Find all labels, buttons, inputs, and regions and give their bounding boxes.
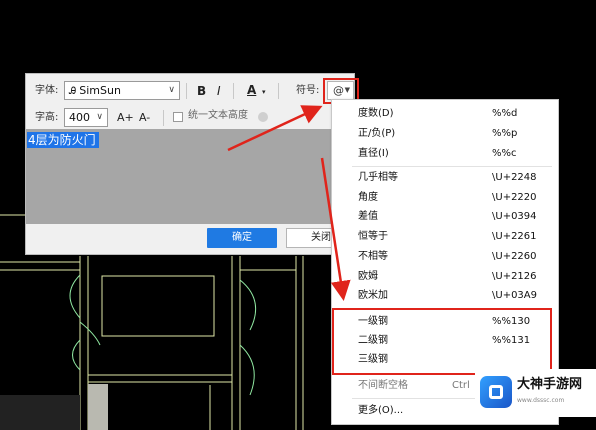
watermark-name: 大神手游网 xyxy=(517,377,583,392)
chevron-down-icon: ∨ xyxy=(96,112,103,122)
font-type-icon: Ꭿ xyxy=(69,86,77,97)
text-edit-area[interactable]: 4层为防火门 xyxy=(26,129,354,224)
text-height-select[interactable]: 400 ∨ xyxy=(64,108,108,127)
unify-height-toggle[interactable] xyxy=(258,112,268,122)
ok-button[interactable]: 确定 xyxy=(207,228,277,248)
menu-item-omega[interactable]: 欧米加 \U+03A9 xyxy=(332,286,560,306)
chevron-down-icon: ∨ xyxy=(168,85,175,95)
menu-item-angle[interactable]: 角度 \U+2220 xyxy=(332,188,560,208)
bold-button[interactable]: B xyxy=(197,82,206,100)
text-height-value: 400 xyxy=(69,111,90,124)
unify-height-label: 统一文本高度 xyxy=(188,110,248,121)
toolbar-divider xyxy=(233,83,234,99)
menu-divider xyxy=(352,166,552,167)
menu-item-almost-equal[interactable]: 几乎相等 \U+2248 xyxy=(332,168,560,188)
text-editor-dialog: 字体: Ꭿ SimSun ∨ B I A ▾ 符号: @ ▼ 字高: 400 ∨ … xyxy=(25,73,359,255)
menu-item-delta[interactable]: 差值 \U+0394 xyxy=(332,207,560,227)
unify-height-checkbox[interactable] xyxy=(173,112,183,122)
font-select[interactable]: Ꭿ SimSun ∨ xyxy=(64,81,180,100)
decrease-size-button[interactable]: A- xyxy=(139,109,150,127)
menu-item-ohm[interactable]: 欧姆 \U+2126 xyxy=(332,267,560,287)
menu-item-degree[interactable]: 度数(D) %%d xyxy=(332,104,560,124)
watermark-url: www.dsssc.com xyxy=(517,397,565,404)
menu-item-identical[interactable]: 恒等于 \U+2261 xyxy=(332,227,560,247)
selected-text[interactable]: 4层为防火门 xyxy=(27,132,99,148)
menu-item-diameter[interactable]: 直径(I) %%c xyxy=(332,144,560,164)
menu-item-not-equal[interactable]: 不相等 \U+2260 xyxy=(332,247,560,267)
toolbar-divider xyxy=(163,110,164,126)
color-caret-icon[interactable]: ▾ xyxy=(262,83,266,101)
menu-item-plus-minus[interactable]: 正/负(P) %%p xyxy=(332,124,560,144)
font-label: 字体: xyxy=(35,85,59,96)
rebar-group-highlight-box xyxy=(332,308,552,375)
text-color-button[interactable]: A xyxy=(247,81,256,99)
font-select-value: SimSun xyxy=(79,84,121,97)
watermark-badge: 大神手游网 www.dsssc.com xyxy=(475,369,596,417)
toolbar-divider xyxy=(278,83,279,99)
increase-size-button[interactable]: A+ xyxy=(117,109,134,127)
watermark-logo-icon xyxy=(480,376,512,408)
size-label: 字高: xyxy=(35,112,59,123)
italic-button[interactable]: I xyxy=(217,82,221,100)
symbol-label: 符号: xyxy=(296,85,320,96)
toolbar-divider xyxy=(186,83,187,99)
